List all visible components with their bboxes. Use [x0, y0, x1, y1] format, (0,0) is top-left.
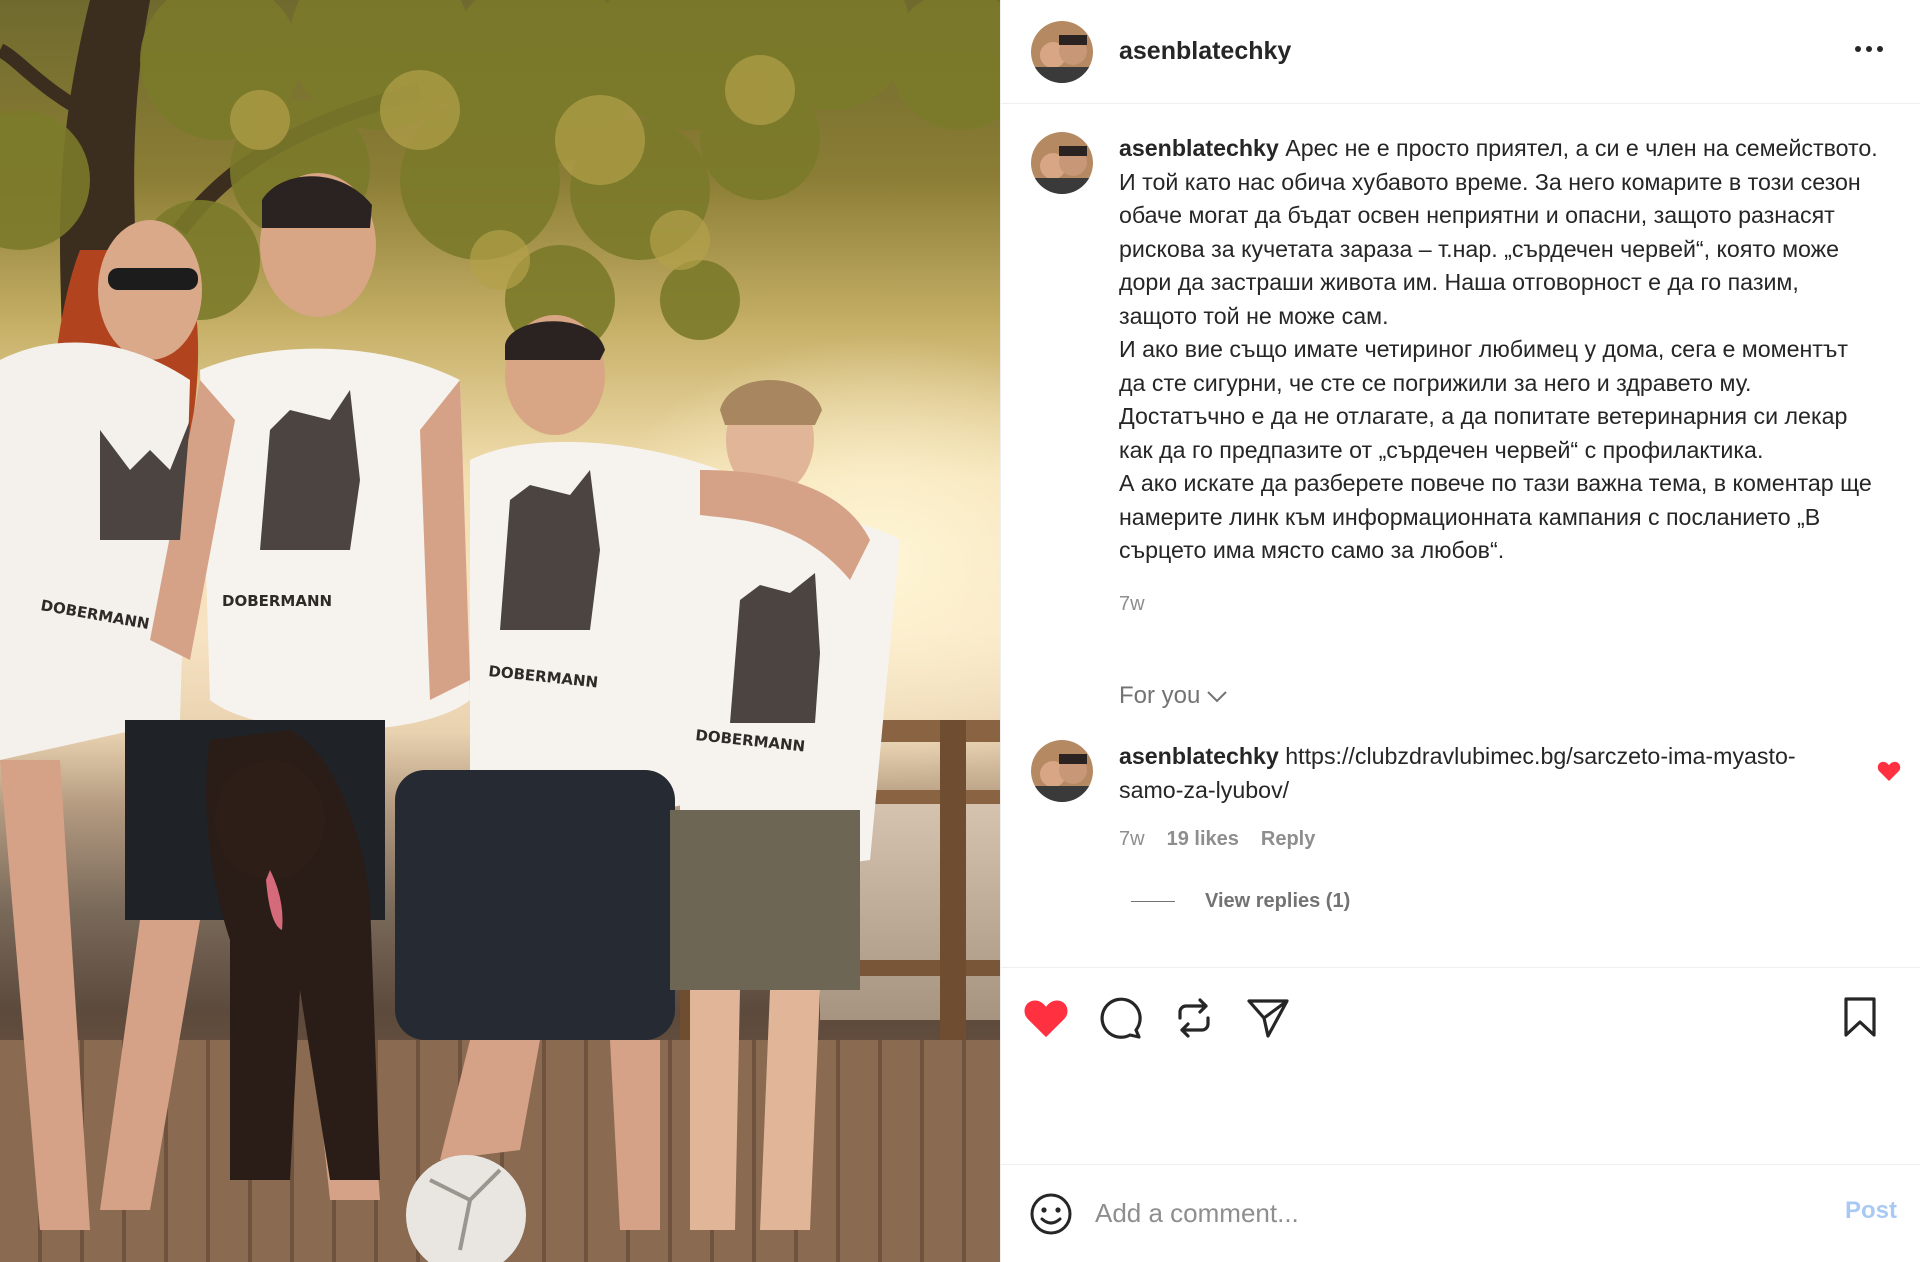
share-button[interactable] [1245, 995, 1291, 1041]
like-button[interactable] [1023, 995, 1069, 1041]
comment-like-heart-icon[interactable] [1877, 760, 1901, 782]
comment-input[interactable] [1095, 1198, 1795, 1229]
chevron-down-icon [1207, 691, 1228, 703]
post-header: asenblatechky [1001, 0, 1920, 104]
comment-sort-dropdown[interactable]: For you [1119, 682, 1228, 710]
share-icon [1247, 998, 1289, 1038]
view-replies-button[interactable]: View replies (1) [1131, 890, 1350, 913]
post-actions-bar [1001, 967, 1920, 1067]
save-button[interactable] [1837, 994, 1883, 1040]
caption-text: Арес не е просто приятел, а си е член на… [1119, 135, 1878, 563]
shirt-print-2: DOBERMANN [222, 592, 332, 610]
post-comment-button[interactable]: Post [1845, 1197, 1897, 1225]
caption-timestamp[interactable]: 7w [1119, 588, 1879, 622]
caption-username[interactable]: asenblatechky [1119, 135, 1279, 161]
sort-label: For you [1119, 682, 1201, 709]
comment-username[interactable]: asenblatechky [1119, 743, 1279, 769]
repost-button[interactable] [1171, 995, 1217, 1041]
divider-line [1131, 901, 1175, 902]
add-comment-bar: Post [1001, 1164, 1920, 1262]
comment-timestamp[interactable]: 7w [1119, 823, 1145, 857]
comment-icon [1100, 997, 1142, 1039]
heart-icon [1024, 999, 1068, 1037]
avatar[interactable] [1031, 740, 1093, 802]
more-options-icon[interactable] [1851, 34, 1887, 64]
reply-button[interactable]: Reply [1261, 823, 1315, 857]
post-photo[interactable]: DOBERMANN DOBERMANN DOBERMANN DOBERMANN [0, 0, 1000, 1262]
post-details-panel: asenblatechky asenblatechky Арес не е пр… [1000, 0, 1920, 1262]
repost-icon [1178, 997, 1210, 1038]
avatar[interactable] [1031, 132, 1093, 194]
post-author-username[interactable]: asenblatechky [1119, 37, 1291, 66]
comment-item: asenblatechky https://clubzdravlubimec.b… [1031, 740, 1901, 857]
avatar[interactable] [1031, 20, 1093, 83]
bookmark-icon [1844, 997, 1876, 1037]
family-group: DOBERMANN DOBERMANN DOBERMANN DOBERMANN [0, 173, 900, 1262]
comment-button[interactable] [1097, 995, 1143, 1041]
comment-likes[interactable]: 19 likes [1167, 823, 1239, 857]
comment-meta: 7w 19 likes Reply [1119, 823, 1799, 857]
post-caption: asenblatechky Арес не е просто приятел, … [1031, 132, 1891, 621]
view-replies-label: View replies (1) [1205, 890, 1351, 912]
emoji-icon[interactable] [1029, 1192, 1073, 1236]
